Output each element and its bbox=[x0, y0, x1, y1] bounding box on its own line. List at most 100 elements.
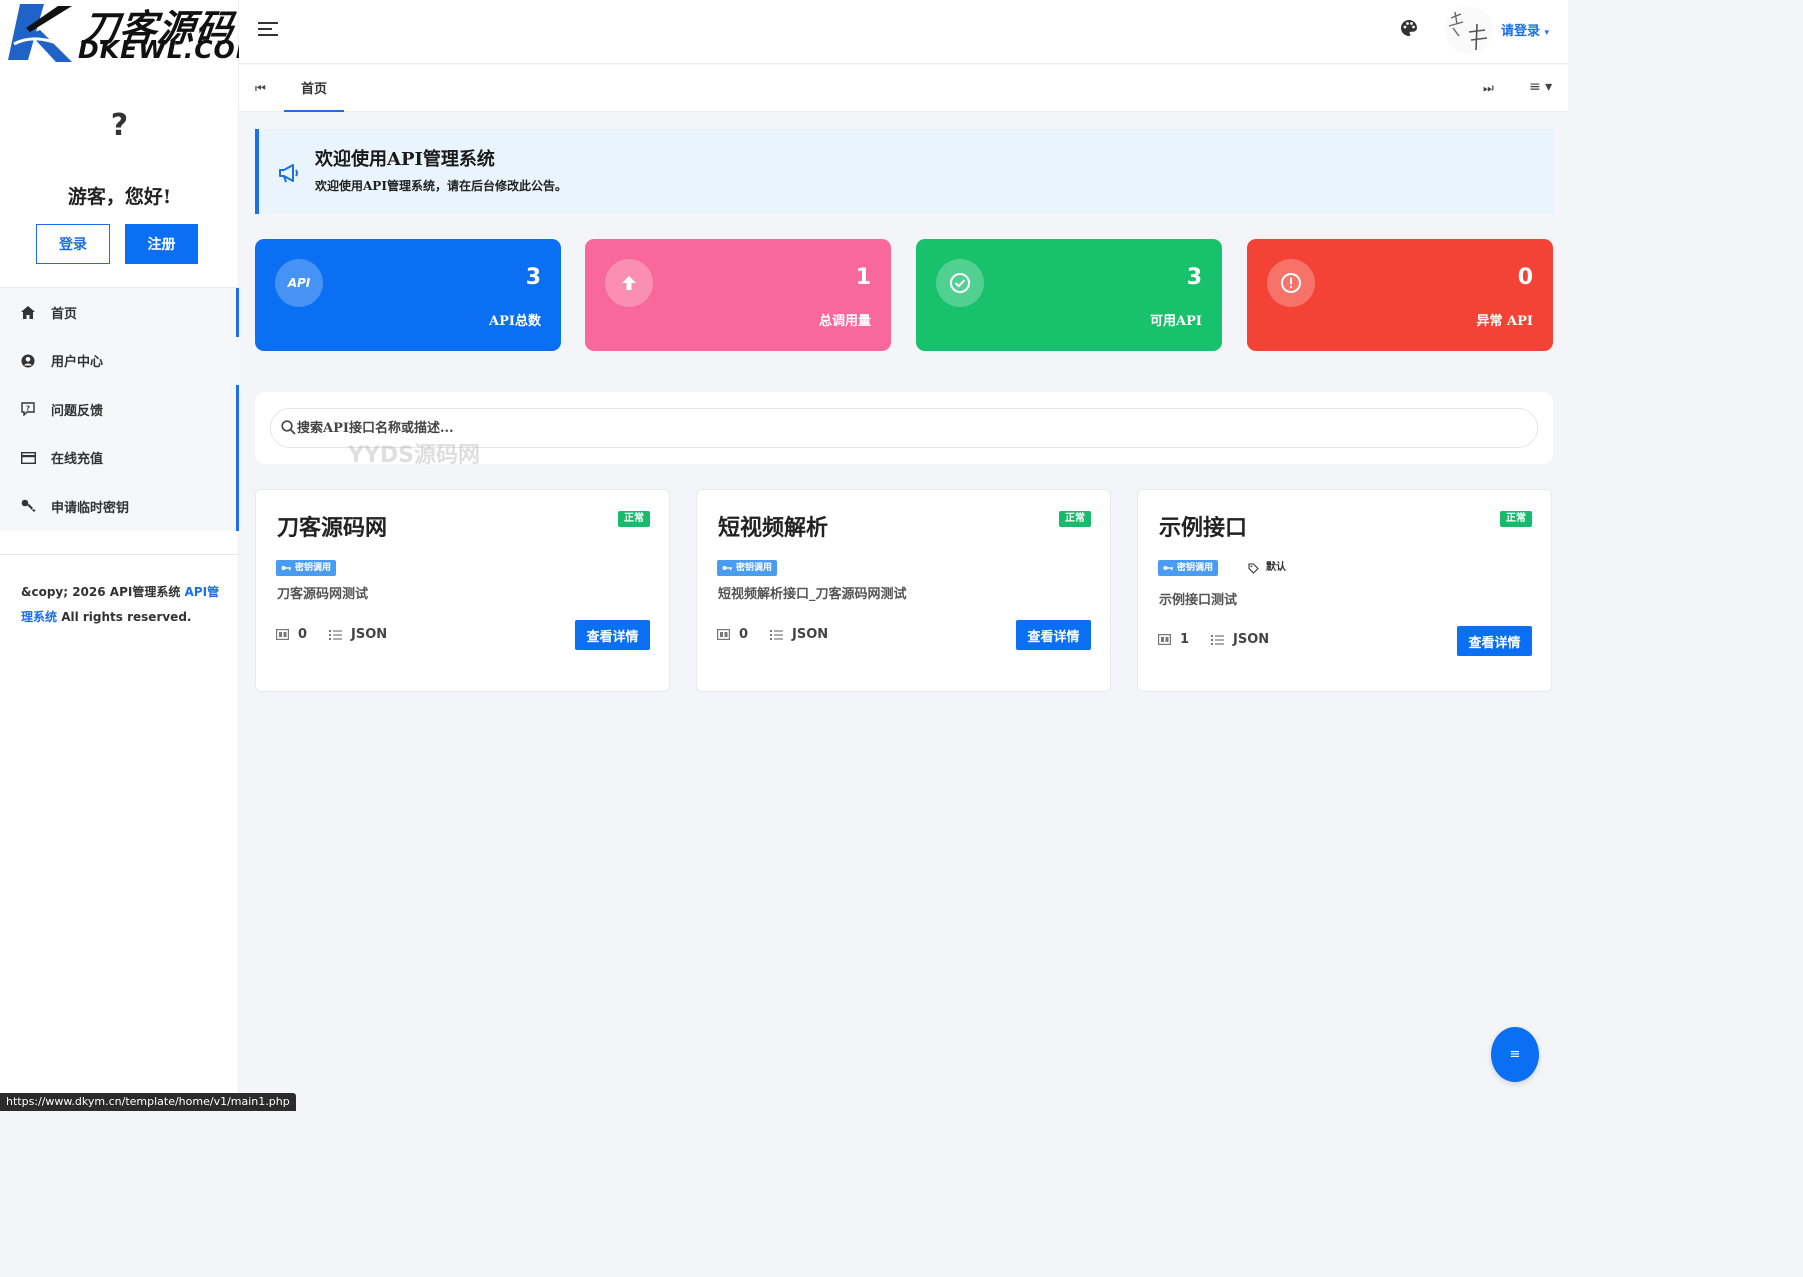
status-bar-url: https://www.dkym.cn/template/home/v1/mai… bbox=[0, 1093, 296, 1111]
stat-label: API总数 bbox=[489, 314, 541, 329]
key-icon bbox=[20, 498, 36, 514]
tab-scroll-right-icon[interactable]: ⏭ bbox=[1483, 81, 1494, 96]
counter-icon bbox=[717, 629, 730, 640]
api-card: 示例接口 正常 密钥调用 默认 示例接口测试 1 JSON 查看详情 bbox=[1137, 489, 1552, 692]
logo-mark-icon bbox=[8, 4, 72, 62]
top-header: 请登录 ▾ bbox=[239, 0, 1568, 64]
guest-greeting: 游客，您好! bbox=[67, 186, 172, 208]
view-details-button[interactable]: 查看详情 bbox=[1457, 626, 1532, 656]
stat-label: 总调用量 bbox=[818, 314, 871, 329]
brand-logo[interactable]: 刀客源码 DKEWL.COM bbox=[4, 0, 261, 66]
auth-tag: 密钥调用 bbox=[717, 560, 778, 576]
api-card: 短视频解析 正常 密钥调用 短视频解析接口_刀客源码网测试 0 JSON 查看详… bbox=[696, 489, 1111, 692]
stat-card-api-total: API 3 API总数 bbox=[255, 239, 561, 351]
caret-down-icon: ▾ bbox=[1544, 28, 1550, 38]
feedback-icon: ? bbox=[20, 401, 36, 417]
counter-icon bbox=[276, 629, 289, 640]
call-count: 1 bbox=[1158, 632, 1189, 647]
active-indicator bbox=[236, 385, 239, 434]
call-count: 0 bbox=[717, 627, 748, 642]
login-dropdown[interactable]: 请登录 ▾ bbox=[1501, 20, 1549, 39]
api-name: 刀客源码网 bbox=[277, 515, 388, 541]
sidebar-item-label: 在线充值 bbox=[51, 452, 104, 468]
megaphone-icon bbox=[279, 164, 298, 183]
sidebar-divider bbox=[0, 554, 239, 555]
auth-tag: 密钥调用 bbox=[1158, 560, 1219, 576]
stat-value: 0 bbox=[1517, 265, 1533, 290]
sidebar-item-home[interactable]: 首页 bbox=[0, 288, 239, 337]
api-icon: API bbox=[275, 259, 323, 307]
api-meta: 0 JSON bbox=[717, 627, 828, 642]
menu-toggle-icon[interactable] bbox=[258, 20, 278, 38]
sidebar-item-label: 问题反馈 bbox=[51, 403, 104, 419]
list-icon bbox=[770, 630, 784, 640]
sidebar-item-user-center[interactable]: 用户中心 bbox=[0, 336, 239, 385]
tab-scroll-left-icon[interactable]: ⏮ bbox=[255, 81, 266, 96]
auth-tag-label: 密钥调用 bbox=[1177, 563, 1214, 573]
call-count: 0 bbox=[276, 627, 307, 642]
view-details-button[interactable]: 查看详情 bbox=[575, 620, 650, 650]
sidebar-item-temp-key[interactable]: 申请临时密钥 bbox=[0, 482, 239, 531]
sidebar-item-label: 首页 bbox=[51, 306, 78, 322]
notice-text: 欢迎使用API管理系统，请在后台修改此公告。 bbox=[315, 179, 567, 193]
arrow-up-icon bbox=[605, 259, 653, 307]
login-dropdown-label: 请登录 bbox=[1501, 24, 1541, 39]
status-badge: 正常 bbox=[1500, 511, 1532, 527]
stat-card-error-api: 0 异常 API bbox=[1247, 239, 1553, 351]
copyright-prefix: &copy; 2026 API管理系统 bbox=[21, 585, 185, 599]
counter-icon bbox=[1158, 634, 1171, 645]
search-icon bbox=[281, 420, 296, 435]
auth-tag: 密钥调用 bbox=[276, 560, 337, 576]
sidebar: 刀客源码 DKEWL.COM ? 游客，您好! 登录 注册 首页 用户中心 ? … bbox=[0, 0, 261, 1111]
sidebar-item-recharge[interactable]: 在线充值 bbox=[0, 433, 239, 482]
copyright: &copy; 2026 API管理系统 API管理系统 All rights r… bbox=[21, 580, 221, 630]
category-tag: 默认 bbox=[1248, 560, 1286, 576]
guest-avatar: ? bbox=[110, 108, 129, 143]
stat-value: 3 bbox=[525, 265, 541, 290]
list-icon bbox=[329, 630, 343, 640]
api-description: 示例接口测试 bbox=[1159, 593, 1238, 608]
stat-card-available-api: 3 可用API bbox=[916, 239, 1222, 351]
active-indicator bbox=[236, 433, 239, 482]
palette-icon[interactable] bbox=[1400, 19, 1418, 37]
sidebar-item-feedback[interactable]: ? 问题反馈 bbox=[0, 385, 239, 434]
copyright-suffix: All rights reserved. bbox=[57, 610, 192, 624]
stat-value: 1 bbox=[855, 265, 871, 290]
api-name: 示例接口 bbox=[1159, 515, 1248, 541]
tab-menu-icon[interactable]: ≡ ▾ bbox=[1529, 79, 1552, 95]
user-circle-icon bbox=[20, 353, 36, 369]
notice-banner: 欢迎使用API管理系统 欢迎使用API管理系统，请在后台修改此公告。 bbox=[255, 129, 1553, 214]
response-format: JSON bbox=[1211, 632, 1269, 647]
sidebar-menu: 首页 用户中心 ? 问题反馈 在线充值 申请临时密钥 bbox=[0, 288, 239, 531]
key-icon bbox=[1163, 566, 1173, 571]
home-icon bbox=[20, 304, 36, 320]
user-avatar[interactable] bbox=[1445, 6, 1493, 54]
search-input[interactable] bbox=[297, 409, 1517, 447]
stat-value: 3 bbox=[1186, 265, 1202, 290]
view-details-button[interactable]: 查看详情 bbox=[1016, 620, 1091, 650]
logo-en-text: DKEWL.COM bbox=[78, 35, 262, 64]
tag-icon bbox=[1248, 562, 1259, 574]
key-icon bbox=[722, 566, 732, 571]
sidebar-item-label: 申请临时密钥 bbox=[51, 500, 130, 516]
stat-label: 异常 API bbox=[1476, 314, 1533, 329]
stat-card-total-calls: 1 总调用量 bbox=[585, 239, 891, 351]
api-description: 刀客源码网测试 bbox=[277, 587, 369, 602]
check-circle-icon bbox=[936, 259, 984, 307]
notice-title: 欢迎使用API管理系统 bbox=[315, 149, 495, 170]
login-button[interactable]: 登录 bbox=[36, 224, 110, 264]
floating-menu-button[interactable]: ≡ bbox=[1491, 1027, 1539, 1082]
register-button[interactable]: 注册 bbox=[125, 224, 198, 264]
response-format: JSON bbox=[329, 627, 387, 642]
api-description: 短视频解析接口_刀客源码网测试 bbox=[718, 587, 907, 602]
tab-home[interactable]: 首页 bbox=[284, 65, 344, 112]
avatar-calligraphy-icon bbox=[1448, 11, 1488, 51]
active-indicator bbox=[236, 288, 239, 337]
stat-label: 可用API bbox=[1150, 314, 1202, 329]
key-icon bbox=[281, 566, 291, 571]
menu-icon: ≡ bbox=[1509, 1047, 1521, 1062]
list-icon bbox=[1211, 635, 1225, 645]
auth-tag-label: 密钥调用 bbox=[736, 563, 773, 573]
tab-bar: ⏮ 首页 ⏭ ≡ ▾ bbox=[239, 65, 1568, 112]
watermark-text: YYDS源码网 bbox=[348, 443, 480, 468]
